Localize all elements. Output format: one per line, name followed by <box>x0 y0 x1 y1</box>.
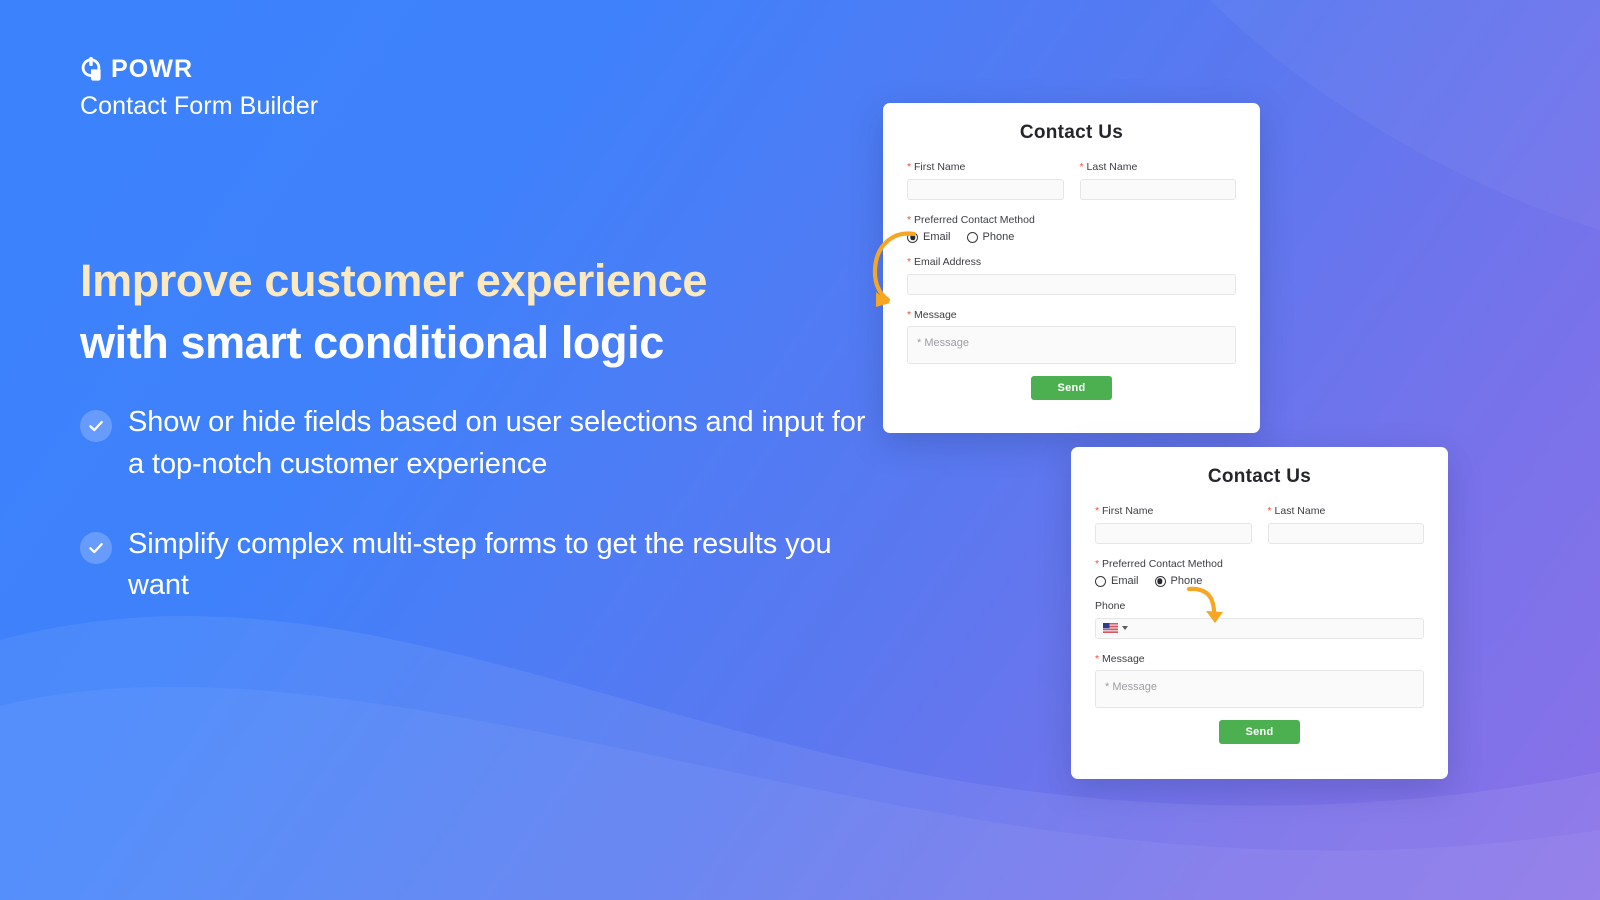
required-asterisk: * <box>907 213 912 226</box>
phone-input[interactable] <box>1095 617 1424 639</box>
radio-button-phone[interactable] <box>1154 575 1166 587</box>
contact-method-radio-group: Email Phone <box>1095 575 1424 587</box>
first-name-input[interactable] <box>907 178 1064 200</box>
email-address-input[interactable] <box>907 273 1236 295</box>
left-content-column: POWR Contact Form Builder Improve custom… <box>80 54 865 601</box>
last-name-group: * Last Name <box>1267 505 1425 544</box>
list-item: Simplify complex multi-step forms to get… <box>80 524 870 608</box>
required-asterisk: * <box>1267 505 1272 517</box>
radio-label-phone: Phone <box>982 231 1015 244</box>
first-name-group: * First Name <box>1095 505 1252 544</box>
first-name-label: * First Name <box>907 161 1064 174</box>
send-button[interactable]: Send <box>1031 376 1112 401</box>
radio-option-phone[interactable]: Phone <box>1154 575 1203 588</box>
email-address-label-text: Email Address <box>914 256 982 269</box>
first-name-label-text: First Name <box>1102 505 1154 517</box>
contact-method-label: * Preferred Contact Method <box>907 214 1236 227</box>
feature-bullet-list: Show or hide fields based on user select… <box>80 402 870 607</box>
required-asterisk: * <box>1079 161 1084 173</box>
us-flag-icon[interactable] <box>1103 623 1118 634</box>
email-address-group: * Email Address <box>907 256 1236 295</box>
radio-label-phone: Phone <box>1170 575 1203 588</box>
email-address-label: * Email Address <box>907 256 1236 269</box>
first-name-label-text: First Name <box>914 161 966 173</box>
page-title: Improve customer experience with smart c… <box>80 250 840 374</box>
radio-button-email[interactable] <box>907 231 918 243</box>
headline-line-1: Improve customer experience <box>80 255 707 306</box>
form-title: Contact Us <box>1207 466 1312 487</box>
phone-label: Phone <box>1095 600 1424 613</box>
last-name-group: * Last Name <box>1079 161 1237 200</box>
check-circle-icon <box>80 531 112 564</box>
radio-label-email: Email <box>1111 575 1139 588</box>
chevron-down-icon[interactable] <box>1122 626 1128 631</box>
form-title: Contact Us <box>1019 122 1124 143</box>
message-textarea[interactable]: * Message <box>1095 670 1424 709</box>
first-name-group: * First Name <box>907 161 1064 200</box>
required-asterisk: * <box>1095 557 1100 570</box>
last-name-label: * Last Name <box>1080 161 1237 174</box>
check-circle-icon <box>80 410 112 442</box>
radio-option-phone[interactable]: Phone <box>966 231 1015 244</box>
first-name-label: * First Name <box>1095 505 1252 518</box>
required-asterisk: * <box>1095 652 1100 665</box>
last-name-label-text: Last Name <box>1274 505 1326 517</box>
product-name: Contact Form Builder <box>80 92 319 120</box>
contact-method-label: * Preferred Contact Method <box>1095 558 1424 571</box>
name-fields-row: * First Name * Last Name <box>907 161 1236 200</box>
message-placeholder: * Message <box>1105 681 1157 694</box>
message-group: * Message * Message <box>907 309 1236 365</box>
contact-method-label-text: Preferred Contact Method <box>914 213 1035 226</box>
first-name-input[interactable] <box>1095 522 1252 544</box>
list-item-label: Show or hide fields based on user select… <box>128 406 866 480</box>
message-textarea[interactable]: * Message <box>907 326 1236 365</box>
message-label: * Message <box>1095 653 1424 666</box>
name-fields-row: * First Name * Last Name <box>1095 505 1424 544</box>
message-label: * Message <box>907 309 1236 322</box>
list-item: Show or hide fields based on user select… <box>80 402 870 486</box>
radio-button-email[interactable] <box>1095 575 1106 587</box>
radio-option-email[interactable]: Email <box>1095 575 1139 587</box>
required-asterisk: * <box>907 308 912 321</box>
brand-name: POWR <box>111 54 194 83</box>
phone-label-text: Phone <box>1095 600 1126 613</box>
radio-label-email: Email <box>923 231 951 244</box>
promo-banner: POWR Contact Form Builder Improve custom… <box>0 0 1600 900</box>
send-button[interactable]: Send <box>1219 720 1300 745</box>
powr-power-plug-icon <box>81 57 101 81</box>
list-item-label: Simplify complex multi-step forms to get… <box>128 527 832 602</box>
submit-row: Send <box>907 376 1236 401</box>
required-asterisk: * <box>907 256 912 269</box>
last-name-label: * Last Name <box>1268 505 1425 518</box>
required-asterisk: * <box>907 161 912 173</box>
message-placeholder: * Message <box>917 337 969 350</box>
headline-line-2: with smart conditional logic <box>80 317 664 369</box>
brand-lockup: POWR <box>80 54 840 84</box>
radio-button-phone[interactable] <box>966 231 978 243</box>
radio-option-email[interactable]: Email <box>907 231 951 243</box>
last-name-input[interactable] <box>1079 178 1236 200</box>
message-group: * Message * Message <box>1095 653 1424 709</box>
message-label-text: Message <box>1102 652 1145 665</box>
contact-method-radio-group: Email Phone <box>907 231 1236 243</box>
required-asterisk: * <box>1095 505 1100 517</box>
last-name-label-text: Last Name <box>1086 161 1138 173</box>
contact-form-card-email-variant: Contact Us * First Name * Last Name * Pr… <box>883 103 1260 433</box>
phone-group: Phone <box>1095 600 1424 639</box>
last-name-input[interactable] <box>1267 522 1424 544</box>
contact-method-label-text: Preferred Contact Method <box>1102 557 1223 570</box>
contact-form-card-phone-variant: Contact Us * First Name * Last Name * Pr… <box>1071 447 1448 779</box>
submit-row: Send <box>1095 720 1424 745</box>
message-label-text: Message <box>914 308 957 321</box>
